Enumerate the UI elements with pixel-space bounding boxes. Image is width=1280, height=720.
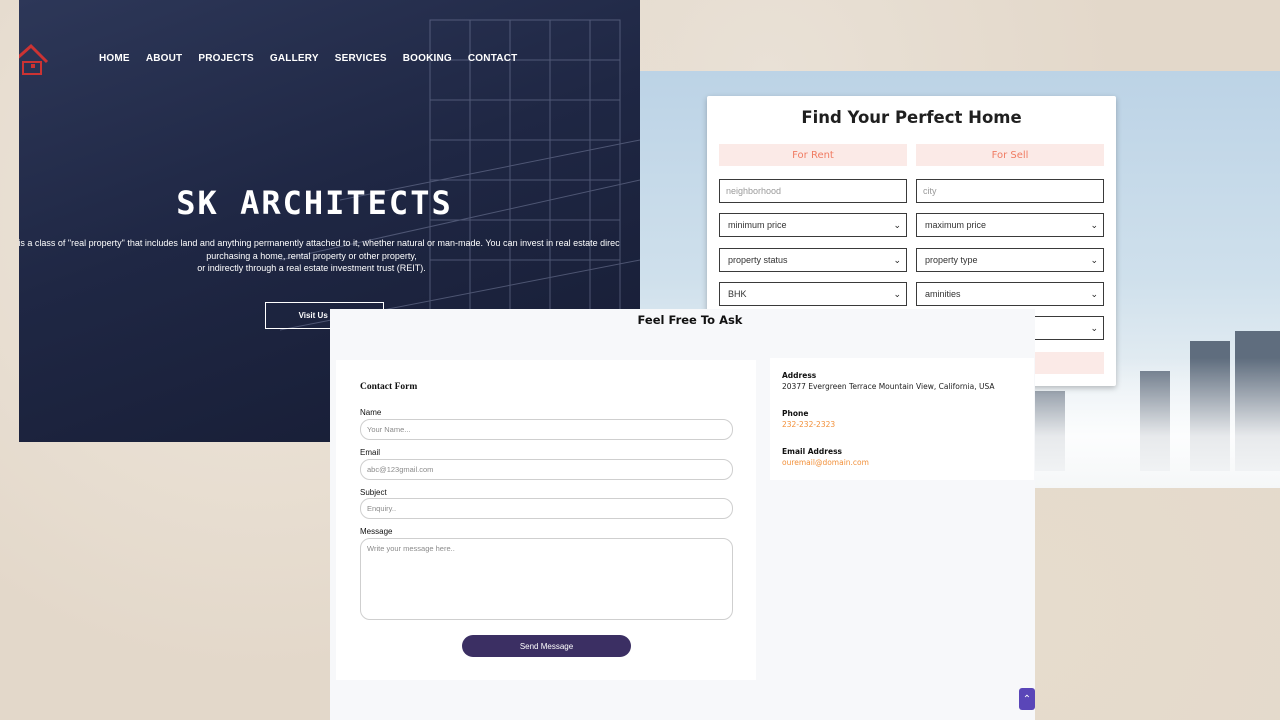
nav-booking[interactable]: BOOKING [403, 53, 452, 64]
bhk-select[interactable]: BHK ⌄ [719, 282, 907, 306]
chevron-down-icon: ⌄ [893, 289, 901, 299]
main-nav: HOME ABOUT PROJECTS GALLERY SERVICES BOO… [99, 53, 533, 64]
nav-contact[interactable]: CONTACT [468, 53, 518, 64]
chevron-down-icon: ⌄ [1090, 289, 1098, 299]
nav-about[interactable]: ABOUT [146, 53, 183, 64]
name-label: Name [360, 408, 382, 417]
message-textarea[interactable]: Write your message here.. [360, 538, 733, 620]
nav-projects[interactable]: PROJECTS [198, 53, 254, 64]
minimum-price-select[interactable]: minimum price ⌄ [719, 213, 907, 237]
chevron-down-icon: ⌄ [893, 220, 901, 230]
contact-info-card: Address 20377 Evergreen Terrace Mountain… [770, 358, 1034, 480]
hero-text-line: or indirectly through a real estate inve… [197, 263, 426, 273]
send-message-button[interactable]: Send Message [462, 635, 631, 657]
email-label: Email [360, 448, 381, 457]
house-logo-icon[interactable] [19, 40, 51, 80]
for-rent-tab[interactable]: For Rent [719, 144, 907, 166]
nav-gallery[interactable]: GALLERY [270, 53, 319, 64]
phone-label: Phone [782, 409, 809, 418]
select-value: maximum price [925, 220, 987, 230]
hero-description: ate is a class of "real property" that i… [19, 237, 640, 275]
subject-input[interactable]: Enquiry.. [360, 498, 733, 519]
select-value: property type [925, 255, 978, 265]
neighborhood-input[interactable]: neighborhood [719, 179, 907, 203]
aminities-select[interactable]: aminities ⌄ [916, 282, 1104, 306]
contact-section: Feel Free To Ask Contact Form Name Your … [330, 309, 1035, 720]
nav-home[interactable]: HOME [99, 53, 130, 64]
property-status-select[interactable]: property status ⌄ [719, 248, 907, 272]
select-value: aminities [925, 289, 961, 299]
hero-title: SK ARCHITECTS [176, 184, 453, 222]
search-title: Find Your Perfect Home [801, 108, 1022, 127]
select-value: property status [728, 255, 788, 265]
subject-label: Subject [360, 488, 387, 497]
address-value: 20377 Evergreen Terrace Mountain View, C… [782, 382, 995, 391]
for-sell-tab[interactable]: For Sell [916, 144, 1104, 166]
email-address-value[interactable]: ouremail@domain.com [782, 458, 869, 467]
hero-text-line: purchasing a home, rental property or ot… [206, 250, 417, 261]
email-input[interactable]: abc@123gmail.com [360, 459, 733, 480]
property-type-select[interactable]: property type ⌄ [916, 248, 1104, 272]
select-value: BHK [728, 289, 747, 299]
message-label: Message [360, 527, 393, 536]
chevron-up-icon[interactable]: ⌃ [1019, 688, 1035, 710]
nav-services[interactable]: SERVICES [335, 53, 387, 64]
chevron-down-icon: ⌄ [1090, 255, 1098, 265]
select-value: minimum price [728, 220, 787, 230]
chevron-down-icon: ⌄ [1090, 323, 1098, 333]
contact-form-card: Contact Form Name Your Name... Email abc… [336, 360, 756, 680]
contact-heading: Feel Free To Ask [637, 313, 743, 327]
name-input[interactable]: Your Name... [360, 419, 733, 440]
maximum-price-select[interactable]: maximum price ⌄ [916, 213, 1104, 237]
contact-form-title: Contact Form [360, 382, 418, 392]
city-input[interactable]: city [916, 179, 1104, 203]
chevron-down-icon: ⌄ [1090, 220, 1098, 230]
address-label: Address [782, 371, 817, 380]
phone-value[interactable]: 232-232-2323 [782, 420, 835, 429]
email-address-label: Email Address [782, 447, 843, 456]
chevron-down-icon: ⌄ [893, 255, 901, 265]
hero-text-line: ate is a class of "real property" that i… [19, 238, 620, 248]
